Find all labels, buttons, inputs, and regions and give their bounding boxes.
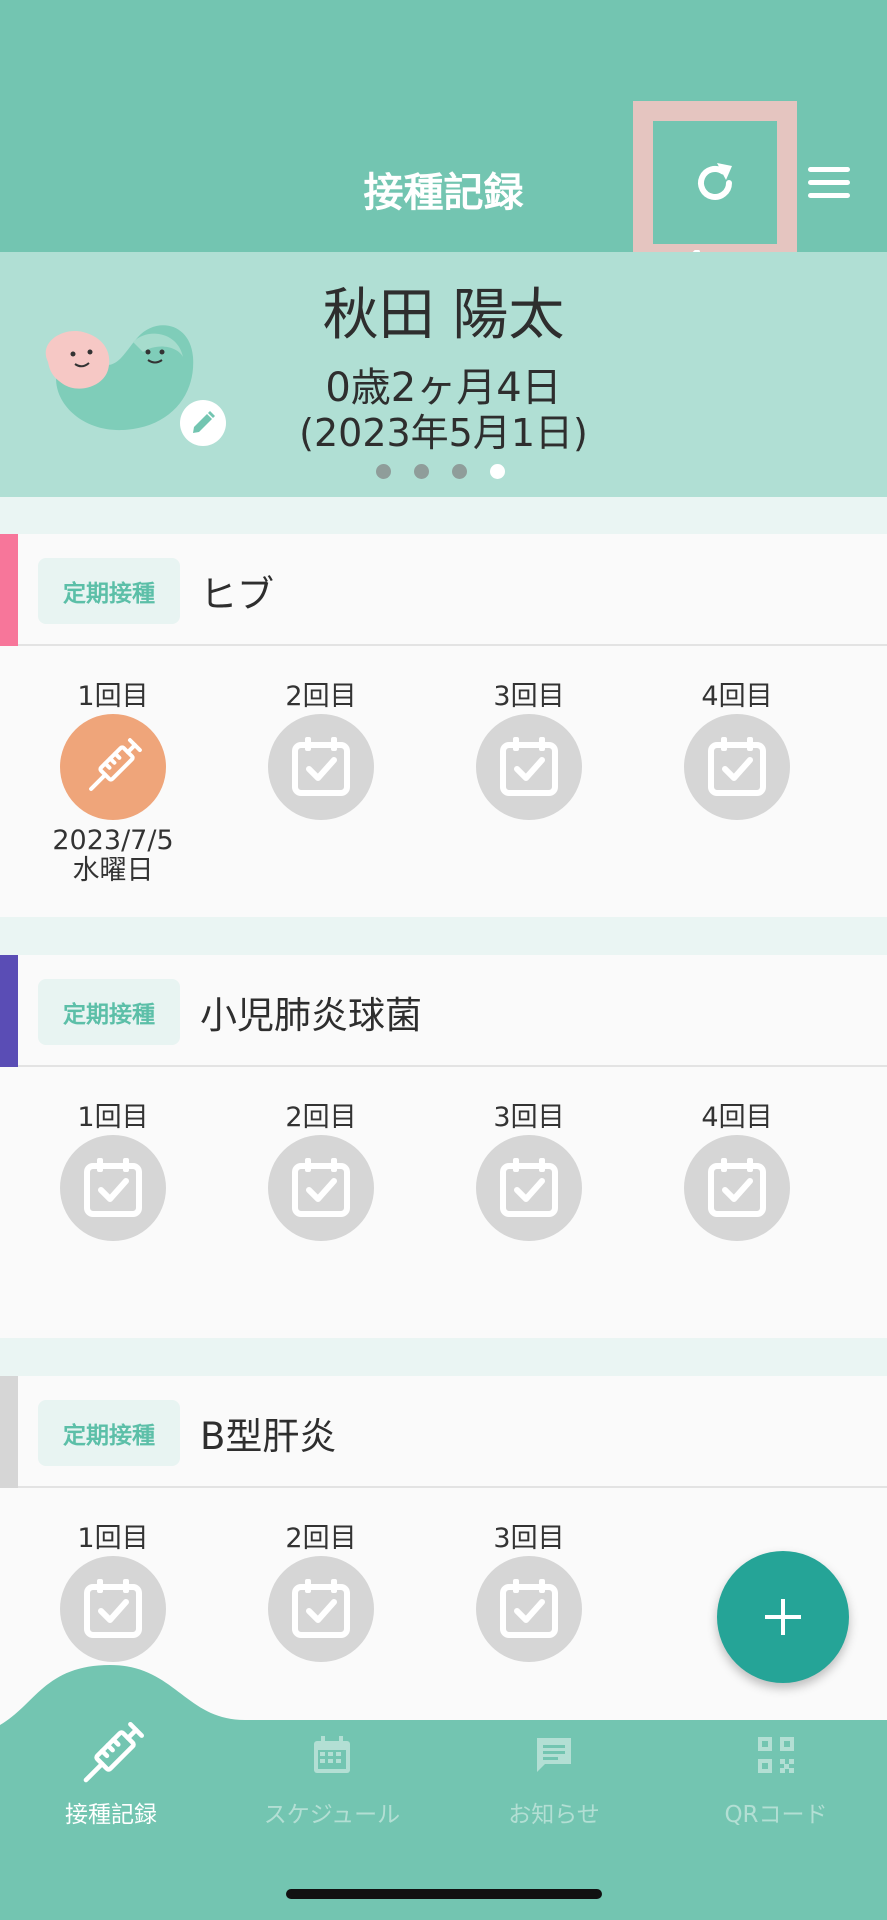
vaccine-card-pneumococcal[interactable]: 定期接種 小児肺炎球菌 1回目 2回目 3回目 4回目: [0, 955, 887, 1338]
dose-label: 1回目: [77, 681, 149, 712]
dose-schedule-button[interactable]: [684, 1135, 790, 1241]
calendar-check-icon: [500, 1158, 558, 1217]
page-dot[interactable]: [452, 464, 467, 479]
dose-label: 1回目: [77, 1102, 149, 1133]
dose-schedule-button[interactable]: [268, 1556, 374, 1662]
dose-label: 1回目: [77, 1523, 149, 1554]
dose-schedule-button[interactable]: [476, 714, 582, 820]
child-profile[interactable]: 秋田 陽太 0歳2ヶ月4日 (2023年5月1日): [0, 252, 887, 497]
plus-icon: [765, 1599, 801, 1635]
dose-item[interactable]: 4回目: [657, 1095, 817, 1241]
child-birthdate: (2023年5月1日): [299, 411, 588, 455]
tab-label: スケジュール: [263, 1802, 401, 1828]
calendar-check-icon: [292, 1158, 350, 1217]
calendar-check-icon: [84, 1158, 142, 1217]
dose-date: 2023/7/5: [52, 825, 174, 856]
refresh-icon: [698, 162, 732, 200]
dose-schedule-button[interactable]: [268, 714, 374, 820]
dose-item[interactable]: 1回目: [33, 1516, 193, 1662]
message-icon: [537, 1738, 571, 1772]
dose-item[interactable]: 2回目: [241, 1516, 401, 1662]
syringe-icon: [83, 1722, 144, 1783]
child-name: 秋田 陽太: [322, 283, 565, 348]
dose-item[interactable]: 2回目: [241, 1095, 401, 1241]
vaccine-color-bar: [0, 955, 18, 1067]
page-dot[interactable]: [376, 464, 391, 479]
calendar-check-icon: [292, 1579, 350, 1638]
tab-schedule[interactable]: スケジュール: [222, 1720, 442, 1829]
dose-done-button[interactable]: [60, 714, 166, 820]
dose-weekday: 水曜日: [72, 855, 154, 886]
dose-schedule-button[interactable]: [60, 1556, 166, 1662]
tab-label: QRコード: [724, 1802, 828, 1828]
vaccine-color-bar: [0, 1376, 18, 1488]
calendar-check-icon: [292, 737, 350, 796]
vaccine-card-header[interactable]: 定期接種 ヒブ: [0, 534, 887, 646]
dose-label: 4回目: [701, 1102, 773, 1133]
tab-notifications[interactable]: お知らせ: [444, 1720, 664, 1829]
vaccine-card-header[interactable]: 定期接種 B型肝炎: [0, 1376, 887, 1488]
calendar-check-icon: [708, 1158, 766, 1217]
vaccine-card-header[interactable]: 定期接種 小児肺炎球菌: [0, 955, 887, 1067]
dose-item[interactable]: 3回目: [449, 1095, 609, 1241]
vaccine-name: B型肝炎: [200, 1415, 337, 1458]
vaccine-name: 小児肺炎球菌: [200, 994, 422, 1037]
calendar-check-icon: [500, 1579, 558, 1638]
dose-label: 2回目: [285, 681, 357, 712]
bottom-tab-bar: 接種記録 スケジュール お知らせ QRコード: [0, 1660, 887, 1920]
dose-schedule-button[interactable]: [476, 1556, 582, 1662]
refresh-button[interactable]: [651, 119, 779, 246]
vaccine-type-tag: 定期接種: [38, 1400, 180, 1466]
dose-item[interactable]: 1回目: [33, 1095, 193, 1241]
dose-item[interactable]: 2回目: [241, 674, 401, 820]
vaccine-type-tag: 定期接種: [38, 979, 180, 1045]
tab-label: 接種記録: [65, 1802, 157, 1828]
dose-schedule-button[interactable]: [60, 1135, 166, 1241]
page-dot-active[interactable]: [490, 464, 505, 479]
hamburger-menu-icon: [808, 167, 850, 172]
calendar-check-icon: [708, 737, 766, 796]
vaccine-color-bar: [0, 534, 18, 646]
calendar-icon: [314, 1736, 350, 1773]
syringe-icon: [89, 738, 142, 791]
calendar-check-icon: [84, 1579, 142, 1638]
vaccine-name: ヒブ: [200, 573, 274, 616]
tab-label: お知らせ: [508, 1802, 600, 1828]
dose-label: 3回目: [493, 1523, 565, 1554]
dose-label: 3回目: [493, 1102, 565, 1133]
tab-vaccination-record[interactable]: 接種記録: [1, 1720, 221, 1829]
dose-item[interactable]: 3回目: [449, 674, 609, 820]
calendar-check-icon: [500, 737, 558, 796]
page-indicator[interactable]: [376, 464, 516, 480]
dose-item[interactable]: 1回目 2023/7/5 水曜日: [33, 674, 193, 886]
dose-schedule-button[interactable]: [684, 714, 790, 820]
qr-code-icon: [758, 1737, 794, 1773]
menu-button[interactable]: [805, 163, 855, 203]
dose-item[interactable]: 4回目: [657, 674, 817, 820]
dose-label: 2回目: [285, 1102, 357, 1133]
dose-label: 2回目: [285, 1523, 357, 1554]
dose-schedule-button[interactable]: [476, 1135, 582, 1241]
dose-schedule-button[interactable]: [268, 1135, 374, 1241]
page-dot[interactable]: [414, 464, 429, 479]
vaccine-type-tag: 定期接種: [38, 558, 180, 624]
home-indicator: [286, 1889, 602, 1899]
dose-item[interactable]: 3回目: [449, 1516, 609, 1662]
dose-label: 4回目: [701, 681, 773, 712]
dose-label: 3回目: [493, 681, 565, 712]
vaccine-card-hib[interactable]: 定期接種 ヒブ 1回目 2023/7/5 水曜日 2回目 3回目 4回目: [0, 534, 887, 917]
tab-qr-code[interactable]: QRコード: [666, 1720, 886, 1829]
